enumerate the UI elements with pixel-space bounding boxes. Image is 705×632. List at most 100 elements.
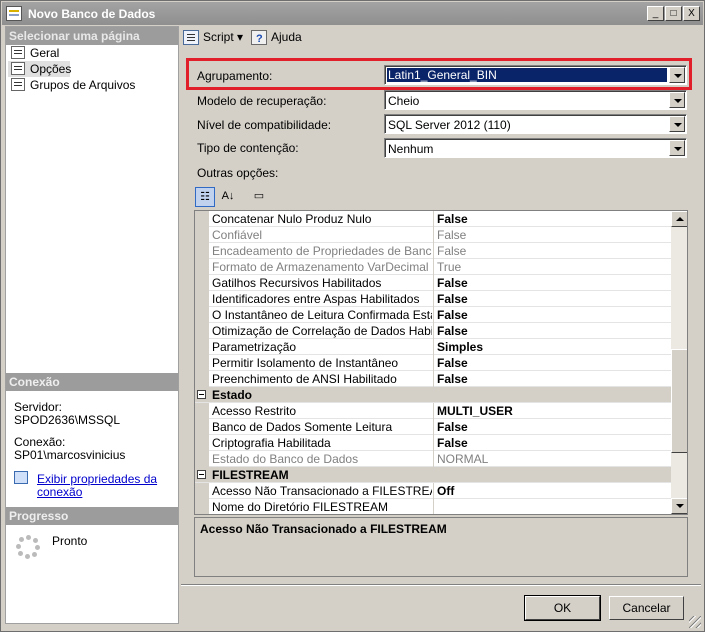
- collapse-icon[interactable]: [197, 470, 206, 479]
- property-value[interactable]: False: [437, 212, 468, 226]
- property-value[interactable]: True: [437, 260, 461, 274]
- grid-category[interactable]: FILESTREAM: [195, 467, 671, 483]
- property-grid: Concatenar Nulo Produz Nulo False Confiáve…: [194, 210, 688, 515]
- column-separator: [433, 371, 434, 387]
- ok-button[interactable]: OK: [525, 596, 600, 620]
- other-options-label: Outras opções:: [197, 166, 279, 180]
- chevron-down-icon[interactable]: [669, 116, 685, 132]
- property-value[interactable]: False: [437, 244, 466, 258]
- property-pages-icon[interactable]: ▭: [249, 187, 269, 207]
- grid-row[interactable]: Identificadores entre Aspas Habilitados F…: [195, 291, 671, 307]
- grid-row[interactable]: O Instantâneo de Leitura Confirmada Está…: [195, 307, 671, 323]
- grid-row[interactable]: Criptografia Habilitada False: [195, 435, 671, 451]
- grid-category[interactable]: Estado: [195, 387, 671, 403]
- properties-icon: [14, 471, 28, 484]
- minimize-button[interactable]: _: [647, 6, 664, 21]
- column-separator: [433, 275, 434, 291]
- row-margin: [195, 403, 209, 419]
- grid-row[interactable]: Gatilhos Recursivos Habilitados False: [195, 275, 671, 291]
- maximize-button[interactable]: □: [665, 6, 682, 21]
- script-button[interactable]: Script ▾: [183, 29, 243, 46]
- grid-row[interactable]: Acesso Não Transacionado a FILESTREAM Off: [195, 483, 671, 499]
- row-margin: [195, 275, 209, 291]
- property-value[interactable]: False: [437, 324, 468, 338]
- containment-select[interactable]: Nenhum: [384, 138, 687, 158]
- toolbar: Script ▾ Ajuda: [181, 27, 701, 49]
- divider: [181, 584, 701, 586]
- property-name: Confiável: [212, 228, 263, 242]
- column-separator: [433, 339, 434, 355]
- grid-row[interactable]: Banco de Dados Somente Leitura False: [195, 419, 671, 435]
- cancel-button[interactable]: Cancelar: [609, 596, 684, 620]
- page-item-0[interactable]: Geral: [8, 45, 158, 61]
- column-separator: [433, 419, 434, 435]
- compatibility-label: Nível de compatibilidade:: [197, 118, 332, 132]
- help-label: Ajuda: [271, 30, 302, 44]
- progress-status: Pronto: [52, 534, 88, 548]
- row-margin: [195, 499, 209, 514]
- scroll-down-icon[interactable]: [671, 498, 687, 514]
- grid-row[interactable]: Nome do Diretório FILESTREAM: [195, 499, 671, 514]
- grid-row[interactable]: Formato de Armazenamento VarDecimal Habi…: [195, 259, 671, 275]
- page-item-label: Geral: [30, 46, 60, 60]
- chevron-down-icon[interactable]: [669, 92, 685, 108]
- page-item-1[interactable]: Opções: [8, 61, 71, 77]
- collapse-icon[interactable]: [197, 390, 206, 399]
- property-value[interactable]: NORMAL: [437, 452, 488, 466]
- row-margin: [195, 307, 209, 323]
- grid-row[interactable]: Permitir Isolamento de Instantâneo False: [195, 355, 671, 371]
- property-value[interactable]: False: [437, 420, 468, 434]
- property-value[interactable]: False: [437, 292, 468, 306]
- column-separator: [433, 259, 434, 275]
- chevron-down-icon[interactable]: [669, 67, 685, 83]
- property-value[interactable]: False: [437, 276, 468, 290]
- column-separator: [433, 211, 434, 227]
- property-value[interactable]: Off: [437, 484, 454, 498]
- property-name: Estado do Banco de Dados: [212, 452, 359, 466]
- grid-row[interactable]: Concatenar Nulo Produz Nulo False: [195, 211, 671, 227]
- containment-value: Nenhum: [388, 142, 434, 156]
- close-button[interactable]: X: [683, 6, 700, 21]
- grid-row[interactable]: Confiável False: [195, 227, 671, 243]
- collation-select[interactable]: Latin1_General_BIN: [384, 65, 687, 85]
- compatibility-select[interactable]: SQL Server 2012 (110): [384, 114, 687, 134]
- row-margin: [195, 291, 209, 307]
- scroll-up-icon[interactable]: [671, 211, 687, 227]
- row-margin: [195, 355, 209, 371]
- property-value[interactable]: False: [437, 356, 468, 370]
- title-bar[interactable]: Novo Banco de Dados _ □ X: [2, 2, 703, 25]
- property-value[interactable]: False: [437, 308, 468, 322]
- help-button[interactable]: Ajuda: [251, 29, 302, 47]
- property-value[interactable]: Simples: [437, 340, 483, 354]
- server-label: Servidor:: [14, 400, 63, 414]
- grid-row[interactable]: Encadeamento de Propriedades de Bancos d…: [195, 243, 671, 259]
- column-separator: [433, 355, 434, 371]
- scroll-thumb[interactable]: [671, 349, 687, 453]
- categorized-icon[interactable]: ☷: [195, 187, 215, 207]
- view-connection-properties-link[interactable]: Exibir propriedades da: [37, 472, 157, 486]
- grid-row[interactable]: Estado do Banco de Dados NORMAL: [195, 451, 671, 467]
- property-value[interactable]: False: [437, 436, 468, 450]
- page-item-2[interactable]: Grupos de Arquivos: [8, 77, 158, 93]
- view-connection-properties-link-2[interactable]: conexão: [37, 485, 82, 499]
- containment-label: Tipo de contenção:: [197, 141, 299, 155]
- property-value[interactable]: MULTI_USER: [437, 404, 513, 418]
- property-value[interactable]: False: [437, 372, 468, 386]
- property-value[interactable]: False: [437, 228, 466, 242]
- collation-value: Latin1_General_BIN: [387, 68, 667, 82]
- chevron-down-icon[interactable]: [669, 140, 685, 156]
- grid-row[interactable]: Preenchimento de ANSI Habilitado False: [195, 371, 671, 387]
- server-value: SPOD2636\MSSQL: [14, 413, 121, 427]
- connection-value: SP01\marcosvinicius: [14, 448, 126, 462]
- recovery-model-select[interactable]: Cheio: [384, 90, 687, 110]
- resize-grip-icon[interactable]: [689, 616, 701, 628]
- column-separator: [433, 483, 434, 499]
- grid-row[interactable]: Parametrização Simples: [195, 339, 671, 355]
- sort-alphabetical-icon[interactable]: A↓: [218, 187, 238, 207]
- grid-scrollbar[interactable]: [671, 211, 687, 514]
- property-name: Parametrização: [212, 340, 297, 354]
- property-name: Formato de Armazenamento VarDecimal Habi…: [212, 260, 432, 274]
- grid-row[interactable]: Otimização de Correlação de Dados Habili…: [195, 323, 671, 339]
- recovery-model-value: Cheio: [388, 94, 420, 108]
- grid-row[interactable]: Acesso Restrito MULTI_USER: [195, 403, 671, 419]
